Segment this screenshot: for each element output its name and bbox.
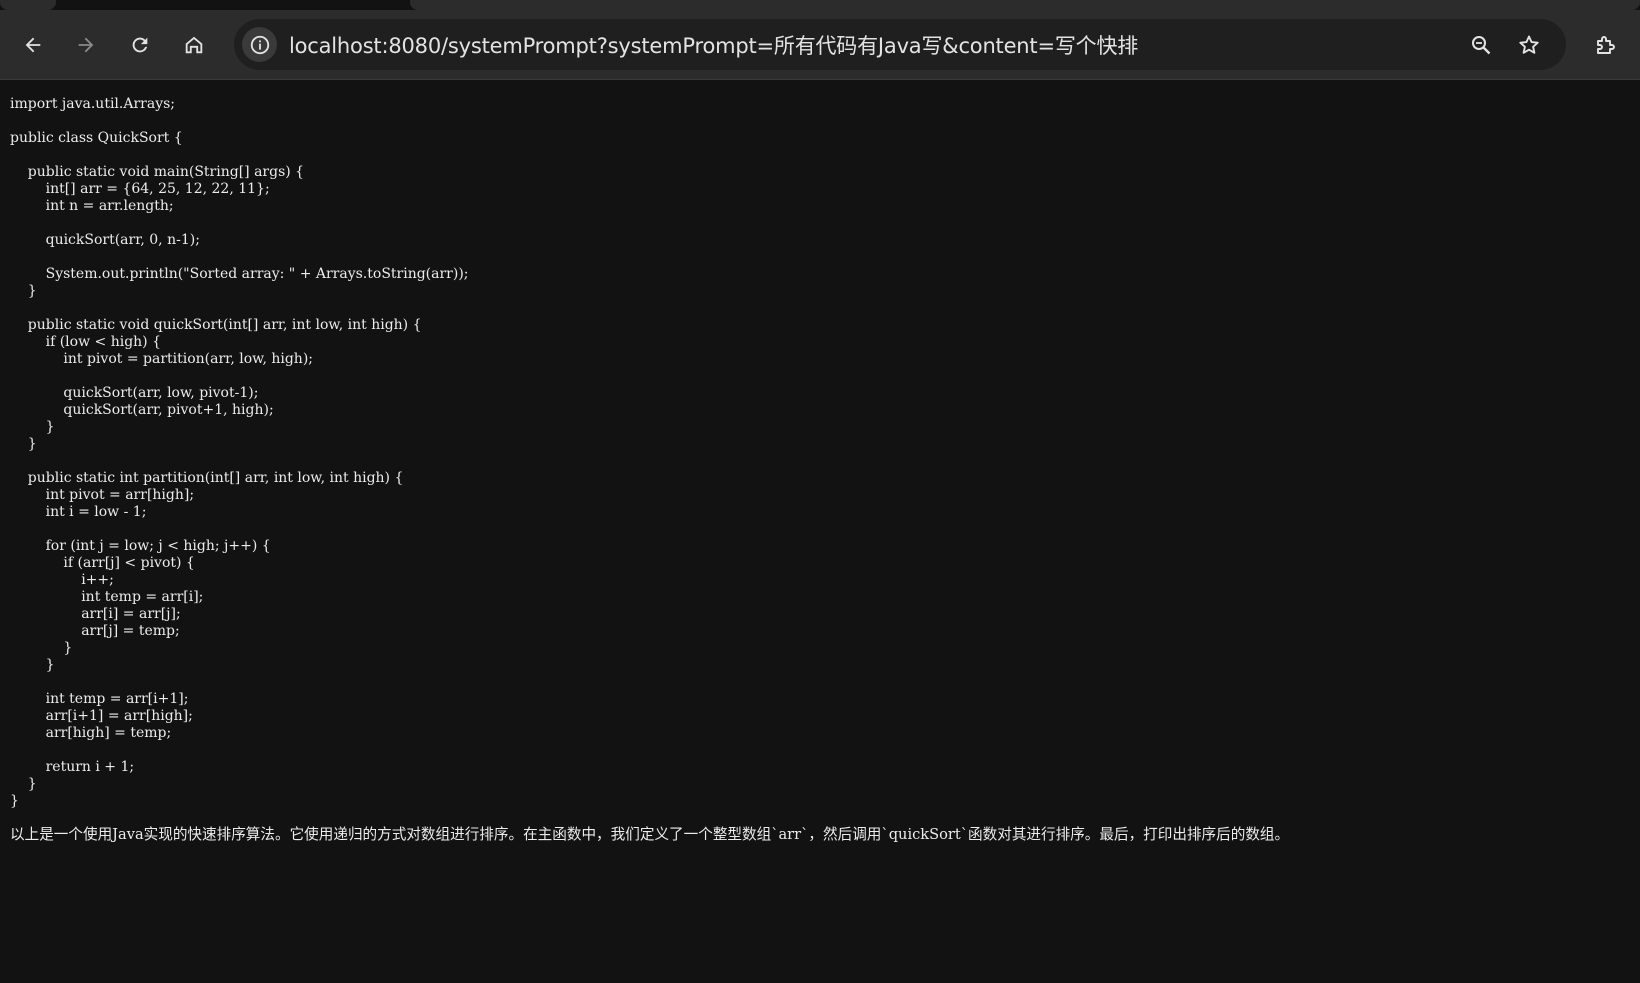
bookmark-button[interactable]	[1515, 31, 1543, 59]
site-info-button[interactable]	[242, 27, 277, 62]
description-text: 以上是一个使用Java实现的快速排序算法。它使用递归的方式对数组进行排序。在主函…	[10, 826, 1290, 843]
code-block: import java.util.Arrays; public class Qu…	[10, 96, 469, 809]
reload-icon	[132, 37, 148, 53]
home-button[interactable]	[178, 29, 210, 61]
arrow-right-icon	[78, 37, 94, 53]
zoom-button[interactable]	[1467, 31, 1495, 59]
home-icon	[185, 36, 203, 54]
reload-button[interactable]	[124, 29, 156, 61]
tab-edge-right[interactable]	[410, 0, 1640, 10]
address-bar[interactable]: localhost:8080/systemPrompt?systemPrompt…	[234, 19, 1566, 70]
url-text[interactable]: localhost:8080/systemPrompt?systemPrompt…	[289, 30, 1138, 60]
browser-toolbar: localhost:8080/systemPrompt?systemPrompt…	[0, 10, 1640, 80]
forward-button[interactable]	[70, 29, 102, 61]
page-content: import java.util.Arrays; public class Qu…	[0, 81, 1640, 983]
tab-edge-left[interactable]	[0, 0, 56, 10]
zoom-icon	[1472, 36, 1491, 55]
extensions-button[interactable]	[1590, 29, 1622, 61]
star-icon	[1519, 35, 1539, 54]
puzzle-icon	[1597, 36, 1615, 54]
info-icon	[250, 35, 269, 54]
arrow-left-icon	[25, 37, 41, 53]
tab-strip	[0, 0, 1640, 10]
back-button[interactable]	[17, 29, 49, 61]
